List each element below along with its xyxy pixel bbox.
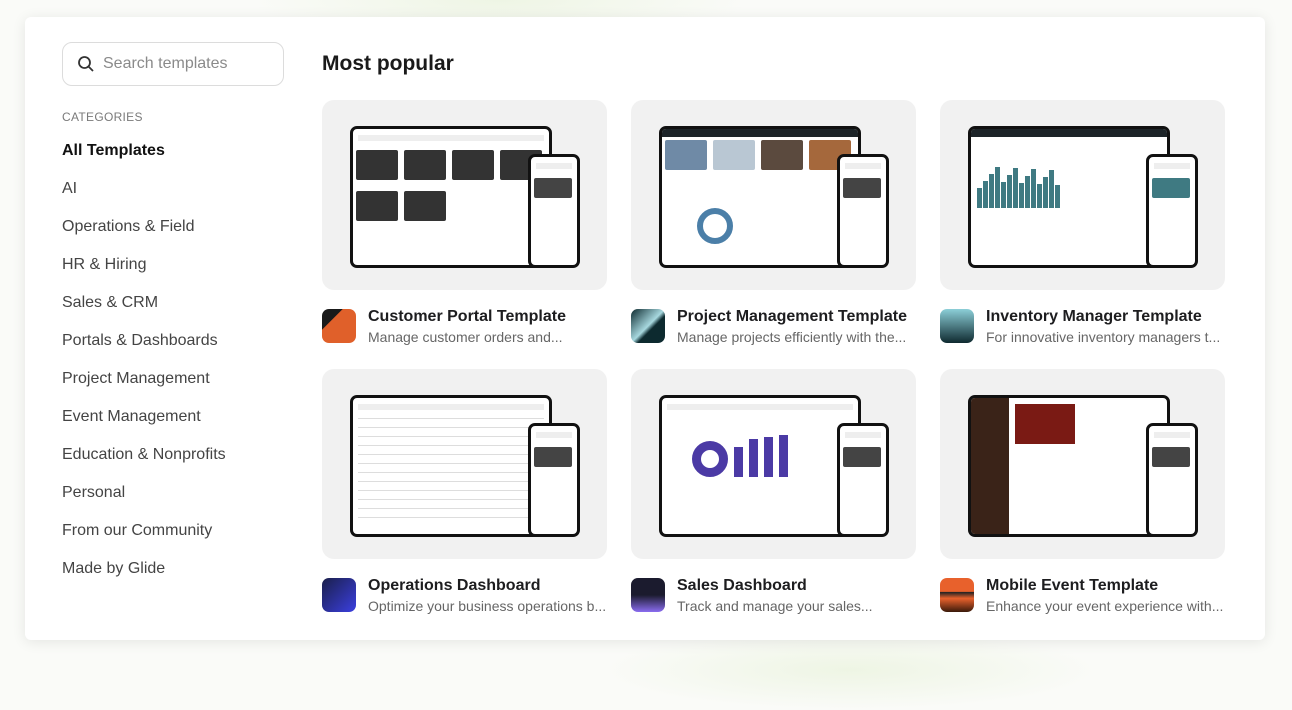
- phone-mockup: [1146, 154, 1198, 268]
- tablet-mockup: [968, 126, 1170, 268]
- category-list: All Templates AI Operations & Field HR &…: [62, 141, 226, 597]
- tablet-mockup: [659, 126, 861, 268]
- category-project-management[interactable]: Project Management: [62, 369, 226, 407]
- template-description: Optimize your business operations b...: [368, 598, 607, 614]
- customer-portal-icon: [322, 309, 356, 343]
- search-icon: [78, 56, 94, 72]
- category-personal[interactable]: Personal: [62, 483, 226, 521]
- template-preview[interactable]: [322, 369, 607, 559]
- category-made-by-glide[interactable]: Made by Glide: [62, 559, 226, 597]
- template-title[interactable]: Mobile Event Template: [986, 576, 1226, 596]
- page-title: Most popular: [322, 52, 454, 75]
- category-sales-crm[interactable]: Sales & CRM: [62, 293, 226, 331]
- template-preview[interactable]: [940, 369, 1225, 559]
- sales-dashboard-icon: [631, 578, 665, 612]
- tablet-mockup: [350, 395, 552, 537]
- template-title[interactable]: Customer Portal Template: [368, 307, 608, 327]
- inventory-manager-icon: [940, 309, 974, 343]
- template-gallery: CATEGORIES All Templates AI Operations &…: [25, 17, 1265, 640]
- phone-mockup: [837, 154, 889, 268]
- template-preview[interactable]: [631, 369, 916, 559]
- tablet-mockup: [350, 126, 552, 268]
- template-title[interactable]: Operations Dashboard: [368, 576, 608, 596]
- tablet-mockup: [659, 395, 861, 537]
- category-ai[interactable]: AI: [62, 179, 226, 217]
- template-description: Track and manage your sales...: [677, 598, 873, 614]
- search-input[interactable]: [103, 55, 263, 73]
- category-portals-dashboards[interactable]: Portals & Dashboards: [62, 331, 226, 369]
- phone-mockup: [528, 154, 580, 268]
- phone-mockup: [837, 423, 889, 537]
- template-description: Manage customer orders and...: [368, 329, 563, 345]
- template-description: Enhance your event experience with...: [986, 598, 1224, 614]
- template-description: For innovative inventory managers t...: [986, 329, 1221, 345]
- phone-mockup: [1146, 423, 1198, 537]
- category-all-templates[interactable]: All Templates: [62, 141, 226, 179]
- template-preview[interactable]: [631, 100, 916, 290]
- template-card[interactable]: Customer Portal Template Manage customer…: [322, 100, 607, 347]
- category-community[interactable]: From our Community: [62, 521, 226, 559]
- background-glow: [600, 630, 1100, 710]
- category-event-management[interactable]: Event Management: [62, 407, 226, 445]
- phone-mockup: [528, 423, 580, 537]
- template-card[interactable]: Inventory Manager Template For innovativ…: [940, 100, 1225, 347]
- operations-dashboard-icon: [322, 578, 356, 612]
- mobile-event-icon: [940, 578, 974, 612]
- template-card[interactable]: Operations Dashboard Optimize your busin…: [322, 369, 607, 616]
- template-title[interactable]: Inventory Manager Template: [986, 307, 1226, 327]
- project-management-icon: [631, 309, 665, 343]
- search-box[interactable]: [62, 42, 284, 86]
- template-title[interactable]: Project Management Template: [677, 307, 917, 327]
- template-description: Manage projects efficiently with the...: [677, 329, 907, 345]
- category-operations-field[interactable]: Operations & Field: [62, 217, 226, 255]
- template-card[interactable]: Project Management Template Manage proje…: [631, 100, 916, 347]
- categories-label: CATEGORIES: [62, 110, 143, 124]
- category-education-nonprofits[interactable]: Education & Nonprofits: [62, 445, 226, 483]
- template-title[interactable]: Sales Dashboard: [677, 576, 917, 596]
- template-card[interactable]: Sales Dashboard Track and manage your sa…: [631, 369, 916, 616]
- template-preview[interactable]: [322, 100, 607, 290]
- category-hr-hiring[interactable]: HR & Hiring: [62, 255, 226, 293]
- template-preview[interactable]: [940, 100, 1225, 290]
- tablet-mockup: [968, 395, 1170, 537]
- template-card[interactable]: Mobile Event Template Enhance your event…: [940, 369, 1225, 616]
